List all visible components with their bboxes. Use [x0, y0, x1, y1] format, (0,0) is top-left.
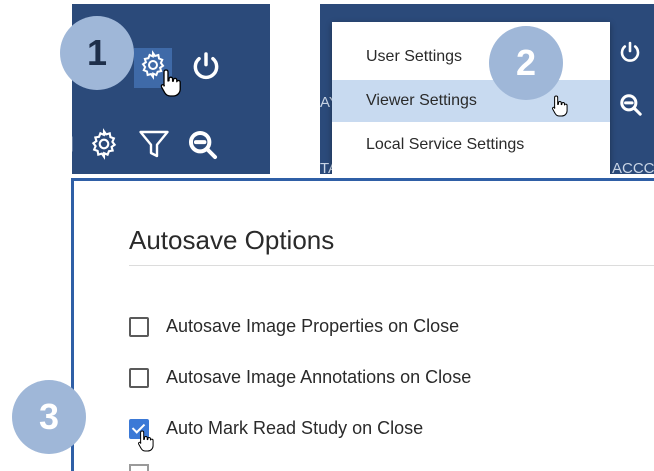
option-label: Auto Mark Read Study on Close: [166, 418, 424, 438]
settings-menu-panel: AY TA ACCC User Settings Viewer Settings…: [320, 4, 654, 174]
background-text-fragment: ACCC: [612, 160, 654, 174]
power-icon[interactable]: [190, 50, 222, 82]
menu-item-local-service-settings[interactable]: Local Service Settings: [332, 124, 610, 166]
step-badge-1: 1: [60, 16, 134, 90]
step-badge-3: 3: [12, 380, 86, 454]
checkbox[interactable]: [129, 368, 149, 388]
title-divider: [129, 265, 654, 266]
zoom-out-icon[interactable]: [618, 92, 644, 118]
filter-icon[interactable]: [136, 126, 172, 162]
partial-icon: [72, 129, 78, 159]
step-badge-2: 2: [489, 26, 563, 100]
gear-icon[interactable]: [88, 128, 120, 160]
option-label: Autosave Image Annotations on Close: [166, 367, 472, 387]
zoom-out-icon[interactable]: [186, 128, 220, 162]
option-label: Autosave Image Properties on Close: [166, 316, 460, 336]
dialog-title: Autosave Options: [129, 225, 335, 255]
menu-item-user-settings[interactable]: User Settings: [332, 36, 610, 78]
hand-cursor-icon: [136, 429, 156, 458]
autosave-dialog: Autosave Options Autosave Image Properti…: [71, 178, 654, 471]
hand-cursor-icon: [550, 94, 570, 123]
power-icon[interactable]: [618, 40, 642, 64]
partial-checkbox: [129, 464, 149, 471]
hand-cursor-icon: [158, 68, 184, 103]
checkbox[interactable]: [129, 317, 149, 337]
